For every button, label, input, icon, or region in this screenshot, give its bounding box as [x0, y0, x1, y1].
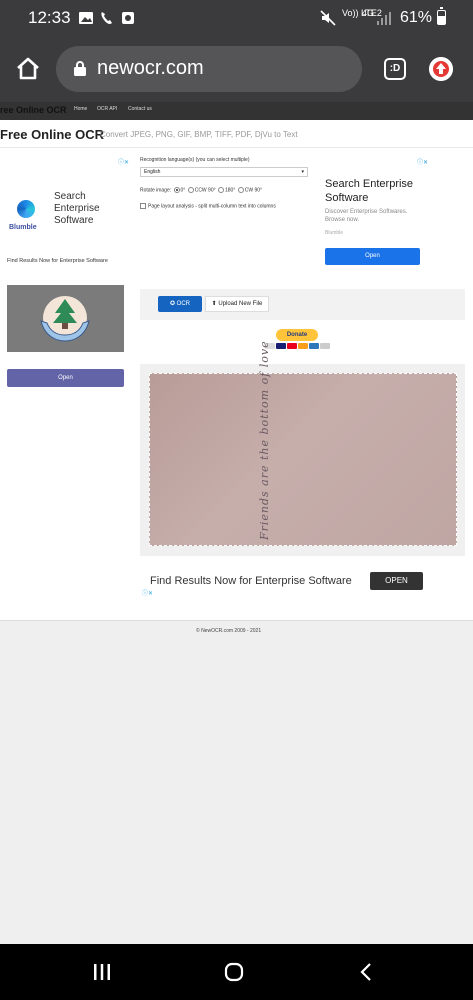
ad-bottom-text[interactable]: Find Results Now for Enterprise Software: [150, 575, 352, 587]
card-visa-icon: [276, 343, 286, 349]
rotate-row: Rotate image: 0° CCW 90° 180° CW 90°: [140, 187, 262, 193]
adchoices-right-icon[interactable]: ⓘ✕: [417, 157, 428, 166]
battery-icon: [437, 7, 446, 25]
rotate-option-180: 180°: [225, 187, 236, 194]
layout-label: Page layout analysis - split multi-colum…: [148, 203, 276, 210]
card-bank-icon: [320, 343, 330, 349]
network-label: 4G: [362, 8, 375, 18]
media-icon: [122, 12, 134, 24]
language-select[interactable]: English ▾: [140, 167, 308, 177]
rotate-option-cw90: CW 90°: [244, 187, 263, 194]
home-icon[interactable]: [14, 54, 42, 82]
status-time: 12:33: [28, 8, 71, 27]
uploaded-image-preview[interactable]: [149, 373, 457, 546]
recent-apps-icon[interactable]: [92, 962, 112, 982]
layout-checkbox[interactable]: [140, 203, 146, 209]
rotate-radio-0[interactable]: [173, 187, 180, 193]
address-bar[interactable]: newocr.com: [56, 46, 362, 92]
nav-contact[interactable]: Contact us: [128, 106, 152, 112]
gallery-icon: [79, 12, 93, 24]
page-title: Free Online OCR: [0, 127, 105, 142]
nav-ocr-api[interactable]: OCR API: [97, 106, 117, 112]
card-discover-icon: [298, 343, 308, 349]
update-arrow-icon[interactable]: [429, 57, 453, 81]
lock-icon: [74, 61, 86, 76]
ad-left-title[interactable]: Search Enterprise Software: [54, 191, 124, 227]
handwritten-text: Friends are the bottom of love: [258, 340, 271, 540]
payment-cards: [265, 343, 330, 349]
ad-right-description: Discover Enterprise Softwares. Browse no…: [325, 209, 408, 223]
ad-bottom-open-button[interactable]: OPEN: [370, 572, 423, 590]
card-amex-icon: [309, 343, 319, 349]
layout-row: Page layout analysis - split multi-colum…: [140, 203, 276, 209]
rotate-radio-180[interactable]: [218, 187, 224, 193]
rotate-radio-ccw90[interactable]: [187, 187, 194, 193]
ad-left-brand: Blumble: [9, 224, 37, 231]
browser-toolbar: newocr.com :D: [0, 36, 473, 102]
language-value: English: [144, 169, 161, 175]
nav-home[interactable]: Home: [74, 106, 87, 112]
ad-right-brand: Blumble: [325, 230, 344, 236]
url-text: newocr.com: [97, 57, 204, 79]
ad-left-image[interactable]: [7, 285, 124, 352]
language-label: Recognition language(s) (you can select …: [140, 157, 250, 163]
rotate-radio-cw90[interactable]: [237, 187, 244, 193]
rotate-option-0: 0°: [180, 187, 186, 194]
site-brand[interactable]: ree Online OCR: [0, 105, 67, 115]
upload-new-file-button[interactable]: ⬆ Upload New File: [205, 296, 269, 312]
footer-copyright: © NewOCR.com 2009 - 2021: [196, 628, 262, 634]
home-nav-icon[interactable]: [224, 962, 244, 982]
battery-percent: 61%: [400, 9, 433, 26]
blumble-logo-icon: [17, 200, 35, 218]
ad-right-title[interactable]: Search Enterprise Software: [325, 177, 425, 205]
ad-right-open-button[interactable]: Open: [325, 248, 420, 265]
divider: [0, 147, 473, 148]
adchoices-bottom-icon[interactable]: ⓘ✕: [142, 588, 153, 597]
ocr-button[interactable]: ✪ OCR: [158, 296, 202, 312]
ad-left-logo: Blumble: [7, 200, 45, 231]
ad-left-open-button[interactable]: Open: [7, 369, 124, 387]
ad-left-find-text[interactable]: Find Results Now for Enterprise Software: [7, 258, 108, 264]
signal-icon: [377, 12, 391, 25]
chevron-down-icon: ▾: [301, 169, 304, 175]
status-bar: 12:33 Vo)) LTE2 4G 61%: [0, 0, 473, 36]
rotate-option-ccw90: CCW 90°: [194, 187, 216, 194]
card-mastercard-icon: [287, 343, 297, 349]
site-nav: ree Online OCR Home OCR API Contact us: [0, 102, 473, 120]
system-nav-bar: [0, 944, 473, 1000]
tab-switcher-button[interactable]: :D: [384, 58, 406, 80]
rotate-label: Rotate image:: [140, 187, 172, 194]
mute-icon: [320, 10, 336, 26]
phone-icon: [101, 12, 112, 24]
adchoices-icon[interactable]: ⓘ✕: [118, 157, 129, 166]
page-subtitle: Convert JPEG, PNG, GIF, BMP, TIFF, PDF, …: [100, 130, 298, 139]
hands-tree-icon: [40, 296, 90, 342]
back-icon[interactable]: [357, 962, 377, 982]
donate-button[interactable]: Donate: [276, 329, 318, 341]
